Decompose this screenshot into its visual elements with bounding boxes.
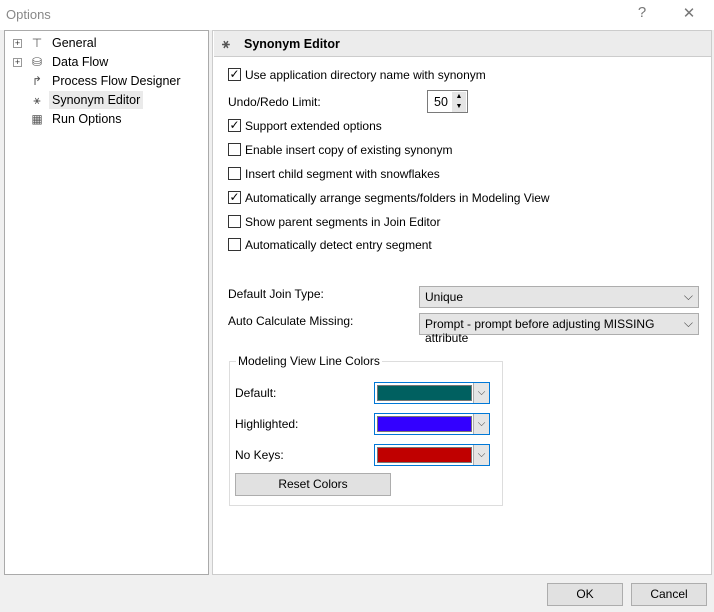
option-checkbox[interactable]: Insert child segment with snowflakes xyxy=(228,166,440,182)
option-checkbox[interactable]: ✓ Support extended options xyxy=(228,118,382,134)
color-picker[interactable]: ⌵ xyxy=(374,382,490,404)
close-button[interactable]: ✕ xyxy=(677,4,701,24)
tree-item[interactable]: Process Flow Designer xyxy=(49,72,184,90)
expand-icon[interactable]: + xyxy=(13,39,22,48)
process-flow-icon: ↱ xyxy=(31,74,43,88)
spin-down-icon[interactable]: ▼ xyxy=(452,102,466,112)
join-type-select[interactable]: Unique ⌵ xyxy=(419,286,699,308)
checkbox-icon: ✓ xyxy=(228,118,241,133)
option-checkbox[interactable]: ✓ Automatically arrange segments/folders … xyxy=(228,190,550,206)
use-app-dir-checkbox[interactable]: ✓ Use application directory name with syn… xyxy=(228,67,486,83)
chevron-down-icon: ⌵ xyxy=(683,316,693,330)
run-options-icon: ▦ xyxy=(31,112,43,126)
color-picker[interactable]: ⌵ xyxy=(374,413,490,435)
spin-up-icon[interactable]: ▲ xyxy=(452,92,466,102)
undo-limit-spinner[interactable]: 50 ▲ ▼ xyxy=(427,90,468,113)
color-label: Highlighted: xyxy=(235,417,299,431)
synonym-editor-icon: ⚹ xyxy=(222,36,230,51)
reset-colors-button[interactable]: Reset Colors xyxy=(235,473,391,496)
help-button[interactable]: ? xyxy=(630,4,654,24)
general-icon: ⊤ xyxy=(31,36,43,50)
options-tree: + ⊤ General + ⛁ Data Flow ↱ Process Flow Design… xyxy=(4,30,209,575)
title-bar: Options ? ✕ xyxy=(0,0,714,30)
data-flow-icon: ⛁ xyxy=(31,55,43,69)
option-checkbox[interactable]: Enable insert copy of existing synonym xyxy=(228,142,452,158)
window-title: Options xyxy=(6,7,51,22)
panel-title: Synonym Editor xyxy=(244,37,340,51)
auto-calc-missing-select[interactable]: Prompt - prompt before adjusting MISSING… xyxy=(419,313,699,345)
color-swatch xyxy=(377,416,472,432)
color-picker[interactable]: ⌵ xyxy=(374,444,490,466)
option-checkbox[interactable]: Show parent segments in Join Editor xyxy=(228,214,440,230)
checkbox-icon: ✓ xyxy=(228,190,241,205)
checkbox-icon xyxy=(228,167,241,181)
join-type-label: Default Join Type: xyxy=(228,287,324,301)
color-swatch xyxy=(377,447,472,463)
chevron-down-icon: ⌵ xyxy=(683,289,693,303)
line-colors-group-label: Modeling View Line Colors xyxy=(236,354,382,368)
tree-item[interactable]: Synonym Editor xyxy=(49,91,144,109)
tree-item[interactable]: Run Options xyxy=(49,110,124,128)
auto-calc-missing-label: Auto Calculate Missing: xyxy=(228,314,354,328)
chevron-down-icon: ⌵ xyxy=(473,383,489,403)
color-swatch xyxy=(377,385,472,401)
expand-icon[interactable]: + xyxy=(13,58,22,67)
chevron-down-icon: ⌵ xyxy=(473,414,489,434)
cancel-button[interactable]: Cancel xyxy=(631,583,707,606)
tree-item[interactable]: General xyxy=(49,34,99,52)
checkbox-icon xyxy=(228,238,241,252)
color-label: Default: xyxy=(235,386,277,400)
color-label: No Keys: xyxy=(235,448,284,462)
panel-header: ⚹ Synonym Editor xyxy=(214,31,711,57)
tree-item[interactable]: Data Flow xyxy=(49,53,111,71)
checkbox-icon xyxy=(228,143,241,157)
chevron-down-icon: ⌵ xyxy=(473,445,489,465)
ok-button[interactable]: OK xyxy=(547,583,623,606)
undo-limit-value: 50 xyxy=(434,95,448,109)
undo-limit-label: Undo/Redo Limit: xyxy=(228,95,321,109)
synonym-editor-icon: ⚹ xyxy=(33,93,41,107)
option-checkbox[interactable]: Automatically detect entry segment xyxy=(228,237,432,253)
checkbox-icon xyxy=(228,215,241,229)
